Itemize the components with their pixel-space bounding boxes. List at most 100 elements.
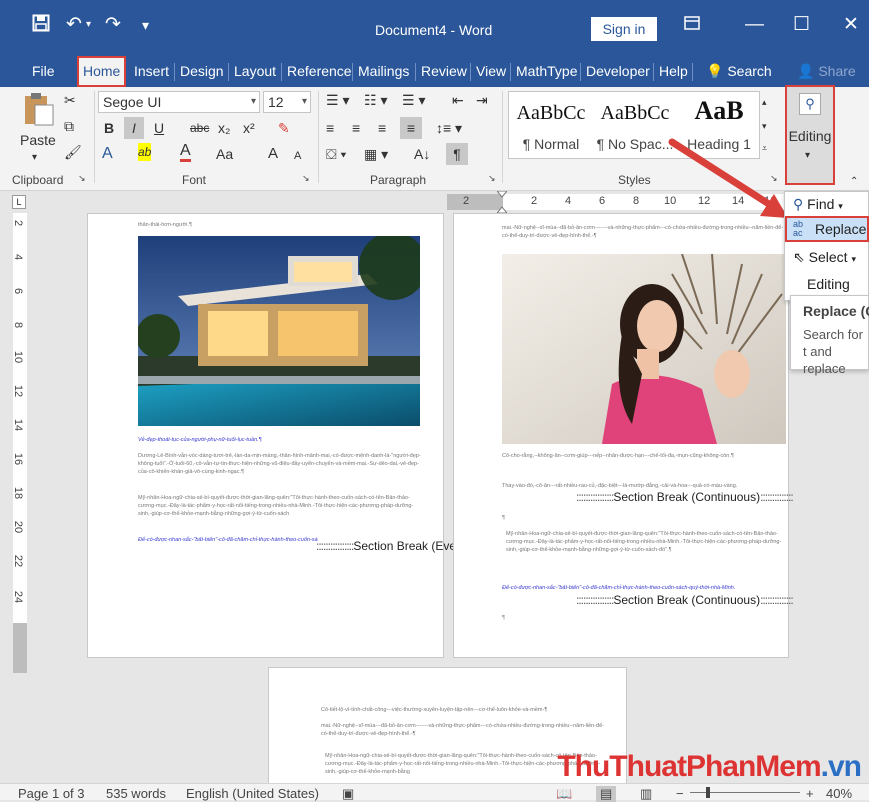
bullets-icon[interactable]: ☰ ▾	[326, 91, 349, 109]
align-right-icon[interactable]: ≡	[378, 119, 386, 137]
style-normal[interactable]: AaBbCc ¶ Normal	[509, 92, 593, 158]
woman-photo[interactable]	[502, 253, 786, 444]
section-break-continuous-2: ::::::::::::::::Section Break (Continuou…	[576, 593, 794, 607]
tab-home[interactable]: Home	[77, 56, 127, 87]
share-button[interactable]: 👤 Share	[793, 59, 860, 85]
undo-dropdown-icon[interactable]: ▾	[86, 14, 91, 36]
clear-formatting-icon[interactable]: ✎	[278, 119, 290, 137]
minimize-icon[interactable]: —	[745, 14, 764, 36]
redo-icon[interactable]: ↷	[105, 14, 121, 36]
tab-selector-icon[interactable]: L	[12, 195, 26, 209]
cursor-icon: ⇖	[793, 249, 805, 265]
chevron-down-icon: ▾	[838, 201, 843, 211]
clipboard-launcher-icon[interactable]: ↘	[78, 173, 86, 184]
styles-group-label: Styles	[618, 173, 651, 187]
subscript-button[interactable]: x₂	[218, 119, 230, 137]
tab-view[interactable]: View	[472, 59, 510, 85]
tell-me-search[interactable]: 💡 Search	[702, 59, 776, 85]
search-icon: ⚲	[799, 93, 821, 115]
tab-review[interactable]: Review	[417, 59, 471, 85]
numbering-icon[interactable]: ☷ ▾	[364, 91, 387, 109]
line-spacing-icon[interactable]: ↕≡ ▾	[436, 119, 462, 137]
tab-file[interactable]: File	[28, 59, 59, 85]
copy-icon[interactable]: ⧉	[64, 117, 74, 135]
page-1[interactable]: thân-thái-hơn-người.¶ Vẻ-đẹp-thoát-tục-c…	[87, 213, 532, 658]
replace-tooltip: Replace (C Search for t and replace	[790, 295, 869, 376]
superscript-button[interactable]: x²	[243, 119, 255, 137]
tab-developer[interactable]: Developer	[582, 59, 654, 85]
zoom-level[interactable]: 40%	[826, 786, 852, 801]
clipboard-group-label: Clipboard	[12, 173, 64, 187]
italic-button[interactable]: I	[124, 117, 144, 139]
font-size-combo[interactable]: 12 ▾	[263, 91, 311, 113]
tab-insert[interactable]: Insert	[130, 59, 173, 85]
replace-menu-item[interactable]: ab ac Replace	[785, 216, 869, 242]
zoom-in-icon[interactable]: +	[806, 786, 814, 801]
text-effects-button[interactable]: A	[102, 145, 113, 163]
justify-icon[interactable]: ≡	[400, 117, 422, 139]
word-count[interactable]: 535 words	[106, 786, 166, 801]
chevron-down-icon: ▾	[250, 96, 256, 107]
show-formatting-icon[interactable]: ¶	[446, 143, 468, 165]
sign-in-button[interactable]: Sign in	[591, 17, 657, 41]
sort-icon[interactable]: A↓	[414, 145, 430, 163]
font-name-combo[interactable]: Segoe UI ▾	[98, 91, 260, 113]
align-center-icon[interactable]: ≡	[352, 119, 360, 137]
editing-group-label: Editing	[807, 276, 850, 292]
paste-button[interactable]: Paste	[20, 131, 56, 149]
font-launcher-icon[interactable]: ↘	[302, 173, 310, 184]
bold-button[interactable]: B	[104, 119, 114, 137]
page-count[interactable]: Page 1 of 3	[18, 786, 85, 801]
tab-design[interactable]: Design	[176, 59, 228, 85]
house-photo[interactable]	[136, 232, 427, 426]
collapse-ribbon-icon[interactable]: ⌃	[850, 173, 858, 191]
tab-reference[interactable]: Reference	[283, 59, 356, 85]
close-icon[interactable]: ✕	[843, 14, 859, 36]
align-left-icon[interactable]: ≡	[326, 119, 334, 137]
select-menu-item[interactable]: ⇖ Select ▾	[793, 249, 856, 266]
tab-mathtype[interactable]: MathType	[512, 59, 581, 85]
decrease-indent-icon[interactable]: ⇤	[452, 91, 464, 109]
tab-help[interactable]: Help	[655, 59, 692, 85]
language-status[interactable]: English (United States)	[186, 786, 319, 801]
document-title: Document4 - Word	[375, 22, 493, 38]
font-color-button[interactable]: A	[180, 143, 191, 162]
format-painter-icon[interactable]: 🖌	[64, 143, 82, 161]
zoom-out-icon[interactable]: −	[676, 786, 684, 801]
paste-icon[interactable]	[22, 91, 56, 126]
paragraph-launcher-icon[interactable]: ↘	[488, 173, 496, 184]
status-bar: Page 1 of 3 535 words English (United St…	[0, 783, 869, 802]
shrink-font-button[interactable]: A	[294, 147, 301, 165]
increase-indent-icon[interactable]: ⇥	[476, 91, 488, 109]
borders-icon[interactable]: ▦ ▾	[364, 145, 388, 163]
shading-icon[interactable]: ⛋ ▾	[326, 145, 346, 163]
strikethrough-button[interactable]: abc	[190, 119, 209, 137]
ribbon-display-options-icon[interactable]	[684, 14, 700, 36]
ribbon-tabs: File Home Insert Design Layout Reference…	[0, 55, 869, 87]
section-break-continuous-1: ::::::::::::::::Section Break (Continuou…	[576, 490, 794, 504]
replace-icon: ab ac	[793, 219, 804, 238]
maximize-icon[interactable]: ☐	[793, 14, 810, 36]
paste-dropdown-icon[interactable]: ▾	[32, 149, 37, 167]
title-bar: ↶ ▾ ↷ ▾ Document4 - Word Sign in — ☐ ✕	[0, 0, 869, 58]
tab-layout[interactable]: Layout	[230, 59, 280, 85]
page-2[interactable]: mai.-Nữ-nghệ--sĩ-mùa--đã-bỏ-ăn-cơm------…	[453, 213, 794, 658]
change-case-button[interactable]: Aa	[216, 145, 233, 163]
styles-scroll-up-icon[interactable]: ▴	[762, 93, 767, 111]
indent-marker-icon[interactable]	[495, 190, 509, 214]
tab-mailings[interactable]: Mailings	[354, 59, 413, 85]
grow-font-button[interactable]: A	[268, 145, 278, 163]
cut-icon[interactable]: ✂	[64, 91, 76, 109]
underline-button[interactable]: U	[154, 119, 164, 137]
save-icon[interactable]	[32, 14, 50, 38]
highlight-button[interactable]: ab	[138, 143, 152, 161]
multilevel-list-icon[interactable]: ☰ ▾	[402, 91, 425, 109]
find-menu-item[interactable]: ⚲ Find ▾	[793, 196, 843, 213]
customize-qat-icon[interactable]: ▾	[142, 14, 149, 36]
vertical-ruler: 2 4 6 8 10 12 14 16 18 20 22 24	[0, 213, 30, 783]
chevron-down-icon: ▾	[851, 254, 856, 264]
watermark-logo: ThuThuatPhanMem.vn	[557, 750, 862, 783]
undo-icon[interactable]: ↶	[66, 14, 82, 36]
zoom-slider-thumb[interactable]	[706, 787, 710, 798]
red-arrow-annotation	[668, 138, 788, 218]
